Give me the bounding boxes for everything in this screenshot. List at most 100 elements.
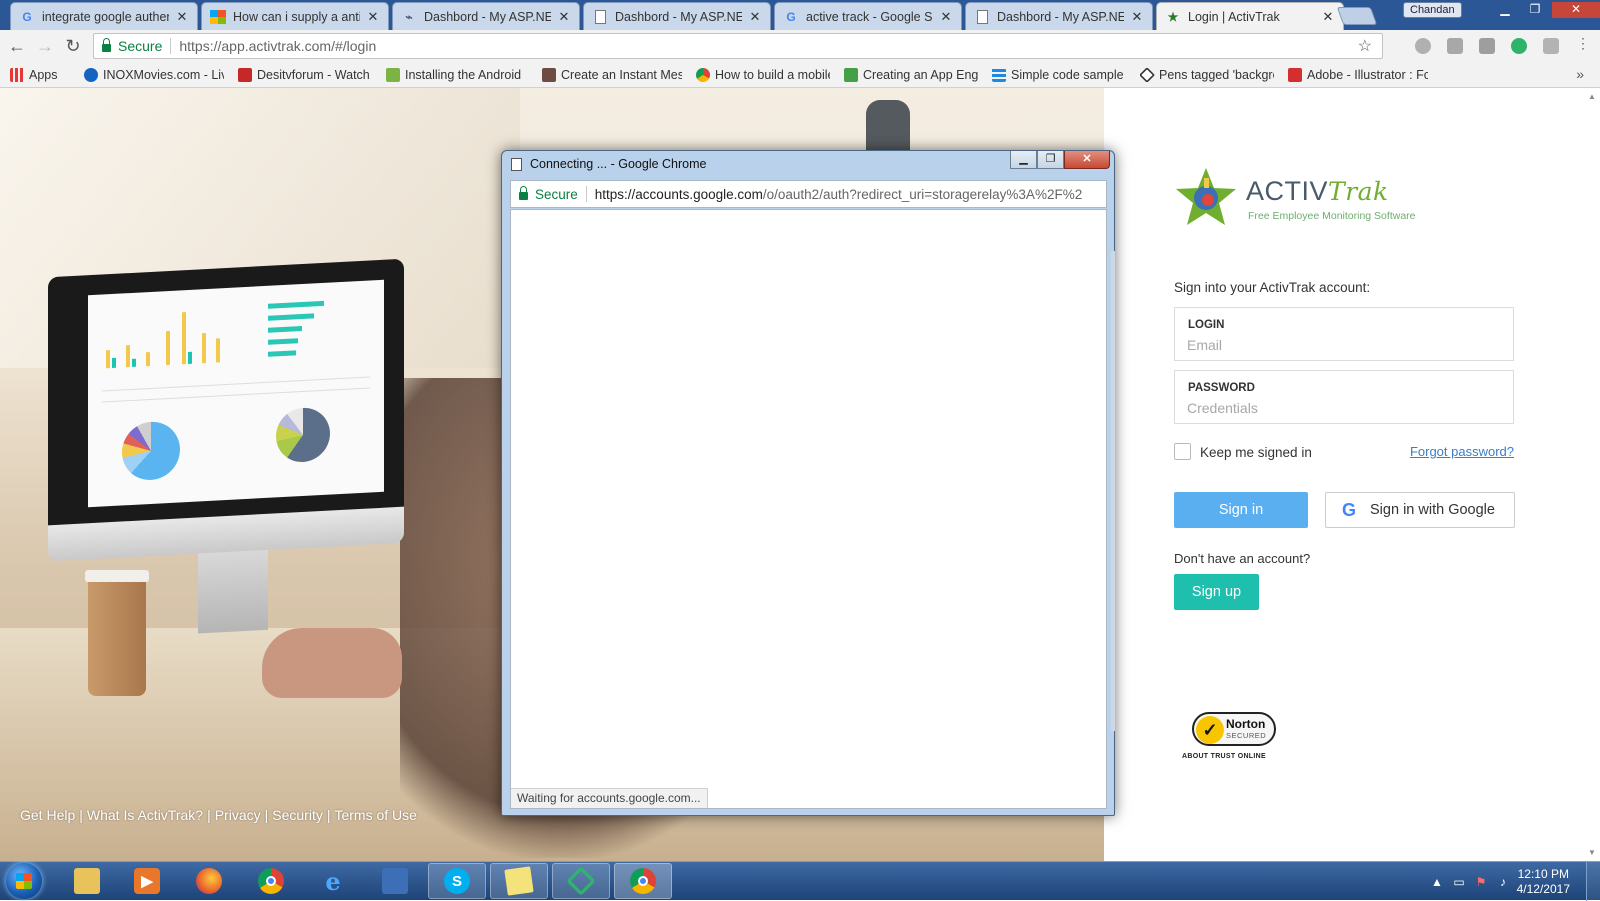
bookmark-app-engine[interactable]: Creating an App Engi xyxy=(844,67,978,82)
bookmark-codepen[interactable]: Pens tagged 'backgro xyxy=(1140,67,1274,82)
taskbar-sticky-notes[interactable] xyxy=(490,863,548,899)
tray-expand-icon[interactable]: ▲ xyxy=(1430,875,1444,889)
extension-g-icon[interactable] xyxy=(1447,38,1463,54)
url-text[interactable]: https://app.activtrak.com/#/login xyxy=(179,38,376,54)
taskbar-chrome[interactable] xyxy=(242,863,300,899)
forward-arrow-icon[interactable]: → xyxy=(34,36,56,56)
extension-camera-icon[interactable] xyxy=(1479,38,1495,54)
bookmark-label: INOXMovies.com - Liv xyxy=(103,67,224,82)
tab-integrate-google-auth[interactable]: G integrate google authent ✕ xyxy=(10,2,198,30)
taskbar-visual-studio[interactable] xyxy=(552,863,610,899)
bookmark-inox[interactable]: INOXMovies.com - Liv xyxy=(84,67,224,82)
browser-tab-strip: G integrate google authent ✕ How can i s… xyxy=(0,0,1600,30)
tab-dashboard-2[interactable]: Dashbord - My ASP.NET ✕ xyxy=(583,2,771,30)
mini-hbar xyxy=(268,338,298,345)
chrome-menu-icon[interactable]: ⋮ xyxy=(1576,35,1590,51)
bookmark-simple-code[interactable]: Simple code sample f xyxy=(992,67,1126,82)
link-get-help[interactable]: Get Help xyxy=(20,807,75,823)
bookmark-android[interactable]: Installing the Android xyxy=(386,67,528,82)
mini-hbar xyxy=(268,313,314,321)
internet-explorer-icon: e xyxy=(325,866,341,896)
mini-pie-chart xyxy=(122,420,180,482)
popup-close-icon[interactable]: ✕ xyxy=(1064,151,1110,169)
signin-heading: Sign into your ActivTrak account: xyxy=(1174,280,1371,295)
action-center-flag-icon[interactable]: ⚑ xyxy=(1474,875,1488,889)
bookmark-adobe[interactable]: Adobe - Illustrator : Fc xyxy=(1288,67,1428,82)
scroll-down-icon[interactable]: ▼ xyxy=(1588,848,1596,857)
norton-badge: ✓ Norton SECURED xyxy=(1192,712,1276,746)
taskbar-skype[interactable]: S xyxy=(428,863,486,899)
signin-button[interactable]: Sign in xyxy=(1174,492,1308,528)
bookmarks-overflow-icon[interactable]: » xyxy=(1576,66,1584,82)
tab-dashboard-3[interactable]: Dashbord - My ASP.NET ✕ xyxy=(965,2,1153,30)
popup-content-area: Waiting for accounts.google.com... xyxy=(510,209,1107,809)
new-tab-button[interactable] xyxy=(1336,7,1378,25)
email-input[interactable] xyxy=(1187,335,1497,355)
popup-address-bar[interactable]: Secure https://accounts.google.com/o/oau… xyxy=(510,180,1107,208)
close-icon[interactable]: ✕ xyxy=(175,9,189,25)
taskbar-remote-desktop[interactable] xyxy=(366,863,424,899)
scroll-up-icon[interactable]: ▲ xyxy=(1588,92,1596,101)
restore-icon[interactable]: ❐ xyxy=(1522,2,1548,18)
address-bar[interactable]: Secure https://app.activtrak.com/#/login… xyxy=(93,33,1383,59)
link-security[interactable]: Security xyxy=(272,807,323,823)
tab-activtrak-login[interactable]: ★ Login | ActivTrak ✕ xyxy=(1156,2,1344,30)
extension-globe-icon[interactable] xyxy=(1415,38,1431,54)
close-icon[interactable]: ✕ xyxy=(939,9,953,25)
network-icon[interactable]: ▭ xyxy=(1452,875,1466,889)
bookmark-instant-messenger[interactable]: Create an Instant Mes xyxy=(542,67,682,82)
link-terms-of-use[interactable]: Terms of Use xyxy=(334,807,416,823)
password-input[interactable] xyxy=(1187,398,1497,418)
reload-icon[interactable]: ↻ xyxy=(62,36,84,56)
signup-button[interactable]: Sign up xyxy=(1174,574,1259,610)
popup-restore-icon[interactable]: ❐ xyxy=(1037,151,1064,169)
taskbar-chrome-active[interactable] xyxy=(614,863,672,899)
minimize-icon[interactable]: ▁ xyxy=(1492,2,1518,18)
close-icon[interactable]: ✕ xyxy=(1321,9,1335,25)
tab-dashboard-1[interactable]: ⌁ Dashbord - My ASP.NET ✕ xyxy=(392,2,580,30)
keep-signed-in-label[interactable]: Keep me signed in xyxy=(1200,445,1312,460)
popup-titlebar[interactable]: Connecting ... - Google Chrome ▁ ❐ ✕ xyxy=(502,151,1114,179)
close-icon[interactable]: ✕ xyxy=(557,9,571,25)
tab-antiforgery-question[interactable]: How can i supply a antifo ✕ xyxy=(201,2,389,30)
mini-bar xyxy=(188,351,192,364)
show-desktop-button[interactable] xyxy=(1586,862,1600,901)
taskbar-media-player[interactable]: ▶ xyxy=(118,863,176,899)
system-clock[interactable]: 12:10 PM 4/12/2017 xyxy=(1517,867,1570,897)
window-close-icon[interactable]: ✕ xyxy=(1552,2,1600,18)
bookmark-page-icon xyxy=(542,67,556,82)
login-field[interactable]: LOGIN xyxy=(1174,307,1514,361)
apps-grid-icon xyxy=(10,67,24,82)
volume-icon[interactable]: ♪ xyxy=(1496,875,1510,889)
extension-chat-icon[interactable] xyxy=(1511,38,1527,54)
popup-minimize-icon[interactable]: ▁ xyxy=(1010,151,1037,169)
taskbar-internet-explorer[interactable]: e xyxy=(304,863,362,899)
chrome-icon xyxy=(630,868,656,894)
chrome-icon xyxy=(258,868,284,894)
bookmark-label: Adobe - Illustrator : Fc xyxy=(1307,67,1428,82)
close-icon[interactable]: ✕ xyxy=(366,9,380,25)
back-arrow-icon[interactable]: ← xyxy=(6,36,28,56)
close-icon[interactable]: ✕ xyxy=(1130,9,1144,25)
tab-active-track-search[interactable]: G active track - Google Sea ✕ xyxy=(774,2,962,30)
password-field[interactable]: PASSWORD xyxy=(1174,370,1514,424)
login-label: LOGIN xyxy=(1188,319,1225,331)
bookmark-apps[interactable]: Apps xyxy=(10,67,70,82)
link-privacy[interactable]: Privacy xyxy=(215,807,261,823)
profile-badge[interactable]: Chandan xyxy=(1403,2,1462,18)
bookmark-star-icon[interactable]: ☆ xyxy=(1358,36,1372,56)
keep-signed-in-checkbox[interactable] xyxy=(1174,443,1191,460)
extension-puzzle-icon[interactable] xyxy=(1543,38,1559,54)
bookmark-build-mobile[interactable]: How to build a mobile xyxy=(696,67,830,82)
monitor-stand xyxy=(198,549,268,634)
page-scrollbar[interactable]: ▲ ▼ xyxy=(1584,88,1600,861)
google-signin-button[interactable]: G Sign in with Google xyxy=(1325,492,1515,528)
forgot-password-link[interactable]: Forgot password? xyxy=(1410,444,1514,459)
taskbar-explorer[interactable] xyxy=(58,863,116,899)
taskbar-firefox[interactable] xyxy=(180,863,238,899)
norton-seal[interactable]: ✓ Norton SECURED ABOUT TRUST ONLINE xyxy=(1182,712,1302,772)
close-icon[interactable]: ✕ xyxy=(748,9,762,25)
start-button[interactable] xyxy=(6,863,42,899)
bookmark-desitvforum[interactable]: Desitvforum - Watch xyxy=(238,67,372,82)
link-what-is-activtrak[interactable]: What Is ActivTrak? xyxy=(87,807,203,823)
